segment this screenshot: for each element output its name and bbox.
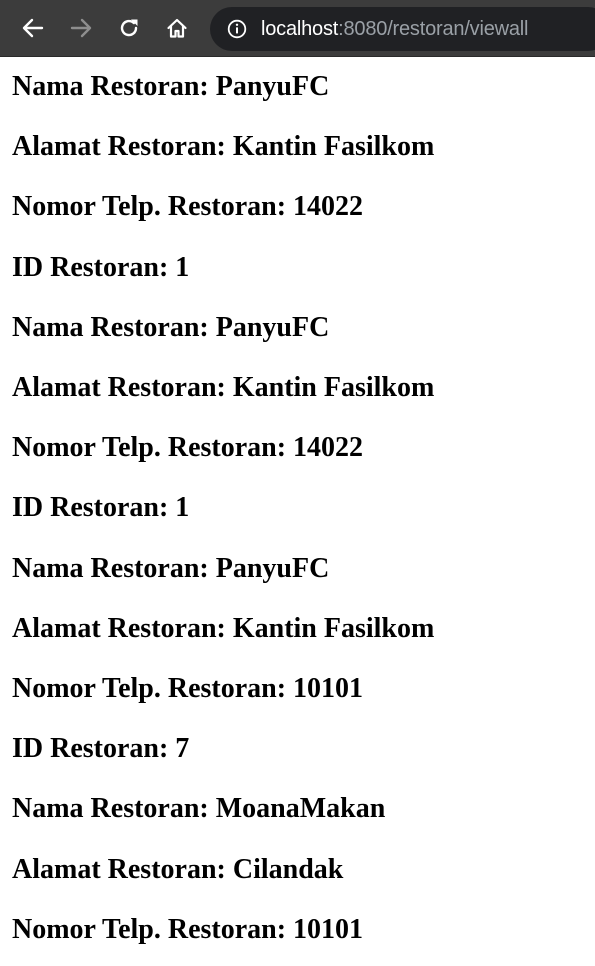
home-button[interactable]	[159, 10, 195, 46]
restaurant-telp-label: Nomor Telp. Restoran: 14022	[12, 191, 364, 223]
url-path: :8080/restoran/viewall	[338, 18, 529, 40]
restaurant-telp-label: Nomor Telp. Restoran: 10101	[12, 913, 364, 945]
restaurant-id-label: ID Restoran: 7	[12, 733, 190, 765]
restaurant-id-label: ID Restoran: 1	[12, 251, 190, 283]
info-icon[interactable]	[227, 19, 247, 39]
restaurant-alamat-label: Alamat Restoran: Kantin Fasilkom	[12, 372, 435, 403]
reload-button[interactable]	[111, 10, 147, 46]
restaurant-alamat-label: Alamat Restoran: Kantin Fasilkom	[12, 612, 435, 644]
url-text[interactable]: localhost:8080/restoran/viewall	[261, 17, 528, 41]
restaurant-telp-label: Nomor Telp. Restoran: 14022	[12, 432, 364, 464]
reload-icon	[120, 19, 138, 37]
forward-button[interactable]	[63, 10, 99, 46]
back-button[interactable]	[15, 10, 51, 46]
arrow-left-icon	[22, 18, 44, 38]
browser-toolbar: localhost:8080/restoran/viewall	[0, 0, 595, 57]
restaurant-alamat-label: Alamat Restoran: Cilandak	[12, 853, 344, 885]
home-icon	[167, 18, 187, 38]
arrow-right-icon	[70, 18, 92, 38]
restaurant-nama-label: Nama Restoran: PanyuFC	[12, 311, 330, 343]
restaurant-nama-label: Nama Restoran: MoanaMakan	[12, 793, 386, 825]
restaurant-telp-label: Nomor Telp. Restoran: 10101	[12, 673, 364, 704]
restaurant-nama-label: Nama Restoran: PanyuFC	[12, 71, 330, 102]
restaurant-id-label: ID Restoran: 1	[12, 492, 190, 524]
restaurant-alamat-label: Alamat Restoran: Kantin Fasilkom	[12, 131, 435, 163]
address-bar[interactable]: localhost:8080/restoran/viewall	[210, 7, 595, 51]
url-host: localhost	[261, 18, 339, 40]
restaurant-nama-label: Nama Restoran: PanyuFC	[12, 552, 330, 584]
